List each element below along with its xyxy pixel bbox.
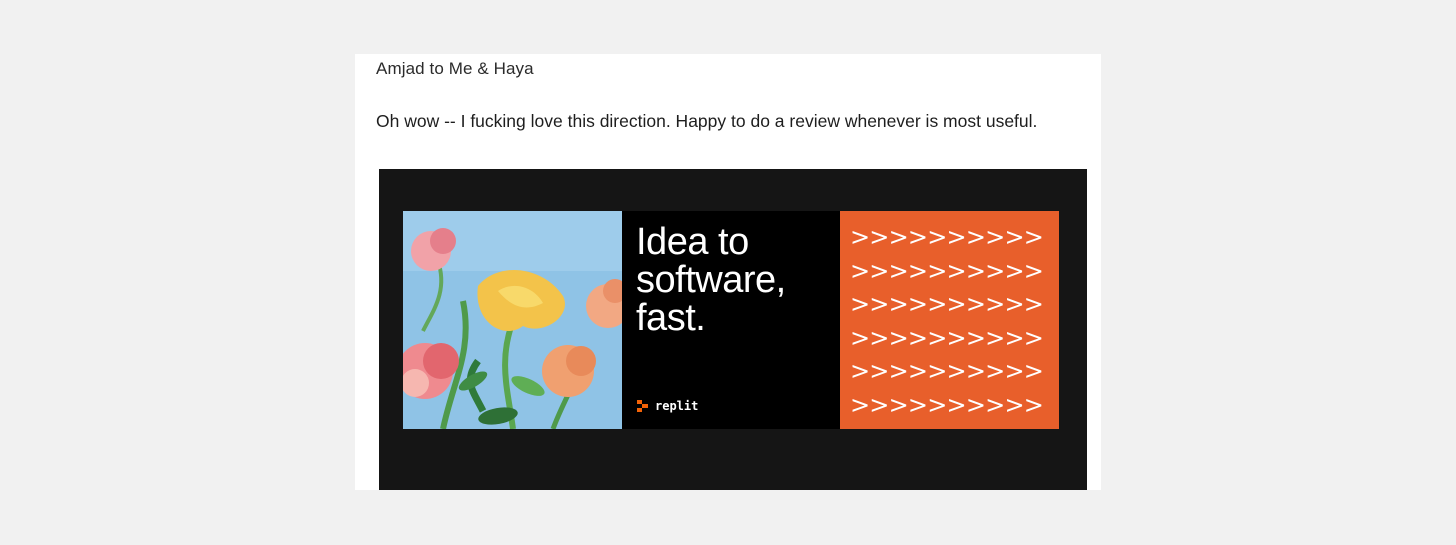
flower-painting-icon <box>403 211 622 429</box>
arrow-row: >>>>>>>>>> <box>850 323 1044 352</box>
message-body: Oh wow -- I fucking love this direction.… <box>376 111 1038 131</box>
email-message-card: Amjad to Me & Haya Oh wow -- I fucking l… <box>355 54 1101 490</box>
ad-headline: Idea to software, fast. <box>636 221 786 339</box>
arrow-row: >>>>>>>>>> <box>850 256 1044 285</box>
arrow-pattern: >>>>>>>>>> >>>>>>>>>> >>>>>>>>>> >>>>>>>… <box>850 221 1044 422</box>
headline-panel: Idea to software, fast. replit <box>622 211 840 429</box>
arrow-pattern-panel: >>>>>>>>>> >>>>>>>>>> >>>>>>>>>> >>>>>>>… <box>840 211 1059 429</box>
brand-lockup: replit <box>637 399 698 413</box>
flower-painting-panel <box>403 211 622 429</box>
arrow-row: >>>>>>>>>> <box>850 357 1044 385</box>
sender-line: Amjad to Me & Haya <box>376 59 534 78</box>
arrow-row: >>>>>>>>>> <box>850 290 1044 318</box>
replit-logo-icon <box>637 400 648 412</box>
attached-image[interactable]: Idea to software, fast. replit >>>>>>>>>… <box>379 169 1087 490</box>
replit-ad-banner: Idea to software, fast. replit >>>>>>>>>… <box>403 211 1059 429</box>
arrow-row: >>>>>>>>>> <box>850 223 1044 251</box>
arrow-row: >>>>>>>>>> <box>850 390 1044 419</box>
brand-name: replit <box>655 399 699 413</box>
